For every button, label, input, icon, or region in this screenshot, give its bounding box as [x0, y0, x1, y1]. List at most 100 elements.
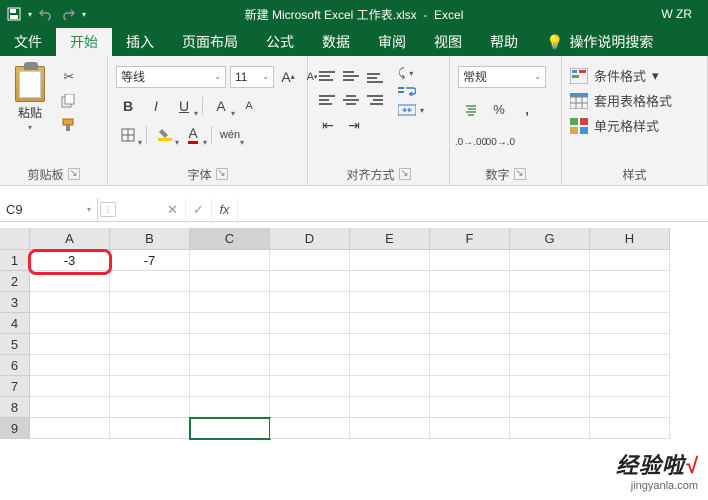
font-shrink-button[interactable]: A — [237, 95, 261, 117]
increase-decimal-icon[interactable]: .0→.00 — [458, 132, 484, 154]
cell[interactable] — [110, 271, 190, 292]
format-painter-icon[interactable] — [58, 116, 80, 134]
cell[interactable] — [590, 250, 670, 271]
cell-B1[interactable]: -7 — [110, 250, 190, 271]
cell[interactable] — [590, 334, 670, 355]
font-grow-button[interactable]: A — [209, 95, 233, 117]
cell[interactable] — [110, 418, 190, 439]
tell-me[interactable]: 💡操作说明搜索 — [532, 28, 667, 56]
cell[interactable] — [110, 355, 190, 376]
row-header[interactable]: 3 — [0, 292, 30, 313]
cell[interactable] — [30, 355, 110, 376]
qat-dropdown-icon[interactable]: ▾ — [28, 10, 32, 19]
cell-A1[interactable]: -3 — [30, 250, 110, 271]
cell[interactable] — [430, 292, 510, 313]
tab-data[interactable]: 数据 — [308, 28, 364, 56]
cell[interactable] — [270, 418, 350, 439]
col-header[interactable]: F — [430, 228, 510, 250]
tab-layout[interactable]: 页面布局 — [168, 28, 252, 56]
col-header[interactable]: B — [110, 228, 190, 250]
cell[interactable] — [590, 418, 670, 439]
wrap-text-button[interactable] — [398, 85, 424, 99]
increase-indent-icon[interactable]: ⇥ — [342, 114, 366, 136]
namebox-expand-icon[interactable]: ⋮ — [100, 202, 116, 217]
align-left-icon[interactable] — [316, 90, 338, 110]
cell[interactable] — [190, 250, 270, 271]
enter-formula-icon[interactable]: ✓ — [186, 198, 212, 221]
cell[interactable] — [510, 355, 590, 376]
merge-button[interactable]: ▾ — [398, 103, 424, 117]
cell[interactable] — [30, 334, 110, 355]
cell[interactable] — [590, 292, 670, 313]
bold-button[interactable]: B — [116, 95, 140, 117]
col-header[interactable]: A — [30, 228, 110, 250]
font-name-combo[interactable]: 等线⌄ — [116, 66, 226, 88]
border-button[interactable] — [116, 124, 140, 146]
tab-view[interactable]: 视图 — [420, 28, 476, 56]
font-size-combo[interactable]: 11⌄ — [230, 66, 274, 88]
cell[interactable] — [590, 271, 670, 292]
italic-button[interactable]: I — [144, 95, 168, 117]
row-header[interactable]: 8 — [0, 397, 30, 418]
cell[interactable] — [510, 397, 590, 418]
row-header[interactable]: 2 — [0, 271, 30, 292]
align-center-icon[interactable] — [340, 90, 362, 110]
col-header[interactable]: G — [510, 228, 590, 250]
conditional-format-button[interactable]: 条件格式 ▾ — [570, 66, 659, 85]
decrease-decimal-icon[interactable]: .00→.0 — [486, 132, 512, 154]
cell[interactable] — [110, 397, 190, 418]
cell[interactable] — [270, 313, 350, 334]
cell[interactable] — [590, 376, 670, 397]
cell[interactable] — [270, 334, 350, 355]
phonetic-button[interactable]: wén — [218, 124, 242, 146]
cell[interactable] — [270, 397, 350, 418]
cell[interactable] — [430, 313, 510, 334]
cell[interactable] — [30, 418, 110, 439]
accounting-button[interactable] — [458, 99, 484, 121]
user-name[interactable]: W ZR — [661, 7, 702, 21]
font-color-button[interactable]: A — [181, 124, 205, 146]
cell[interactable] — [590, 397, 670, 418]
row-header[interactable]: 9 — [0, 418, 30, 439]
cell[interactable] — [110, 334, 190, 355]
cell[interactable] — [190, 292, 270, 313]
cell[interactable] — [270, 292, 350, 313]
row-header[interactable]: 4 — [0, 313, 30, 334]
cell[interactable] — [190, 313, 270, 334]
cell[interactable] — [430, 418, 510, 439]
cell[interactable] — [510, 376, 590, 397]
tab-home[interactable]: 开始 — [56, 28, 112, 56]
cell[interactable] — [270, 250, 350, 271]
col-header[interactable]: D — [270, 228, 350, 250]
col-header[interactable]: H — [590, 228, 670, 250]
cell[interactable] — [350, 313, 430, 334]
increase-font-icon[interactable]: A▴ — [278, 66, 298, 88]
tab-review[interactable]: 审阅 — [364, 28, 420, 56]
font-launcher-icon[interactable]: ↘ — [216, 168, 228, 180]
redo-icon[interactable] — [60, 6, 76, 22]
cell[interactable] — [190, 334, 270, 355]
col-header[interactable]: C — [190, 228, 270, 250]
formula-input[interactable] — [238, 198, 708, 221]
cell[interactable] — [350, 334, 430, 355]
undo-icon[interactable] — [38, 6, 54, 22]
tab-formulas[interactable]: 公式 — [252, 28, 308, 56]
cell[interactable] — [590, 355, 670, 376]
cell[interactable] — [510, 418, 590, 439]
cell[interactable] — [350, 418, 430, 439]
row-header[interactable]: 1 — [0, 250, 30, 271]
cell[interactable] — [430, 355, 510, 376]
clipboard-launcher-icon[interactable]: ↘ — [68, 168, 80, 180]
percent-button[interactable]: % — [486, 99, 512, 121]
cell[interactable] — [350, 376, 430, 397]
save-icon[interactable] — [6, 6, 22, 22]
decrease-indent-icon[interactable]: ⇤ — [316, 114, 340, 136]
cell[interactable] — [190, 271, 270, 292]
tab-file[interactable]: 文件 — [0, 28, 56, 56]
align-bottom-icon[interactable] — [364, 66, 386, 86]
cell[interactable] — [190, 397, 270, 418]
cell[interactable] — [430, 397, 510, 418]
name-box[interactable]: C9▾ — [0, 198, 98, 221]
row-header[interactable]: 6 — [0, 355, 30, 376]
cell-C9[interactable] — [190, 418, 270, 439]
